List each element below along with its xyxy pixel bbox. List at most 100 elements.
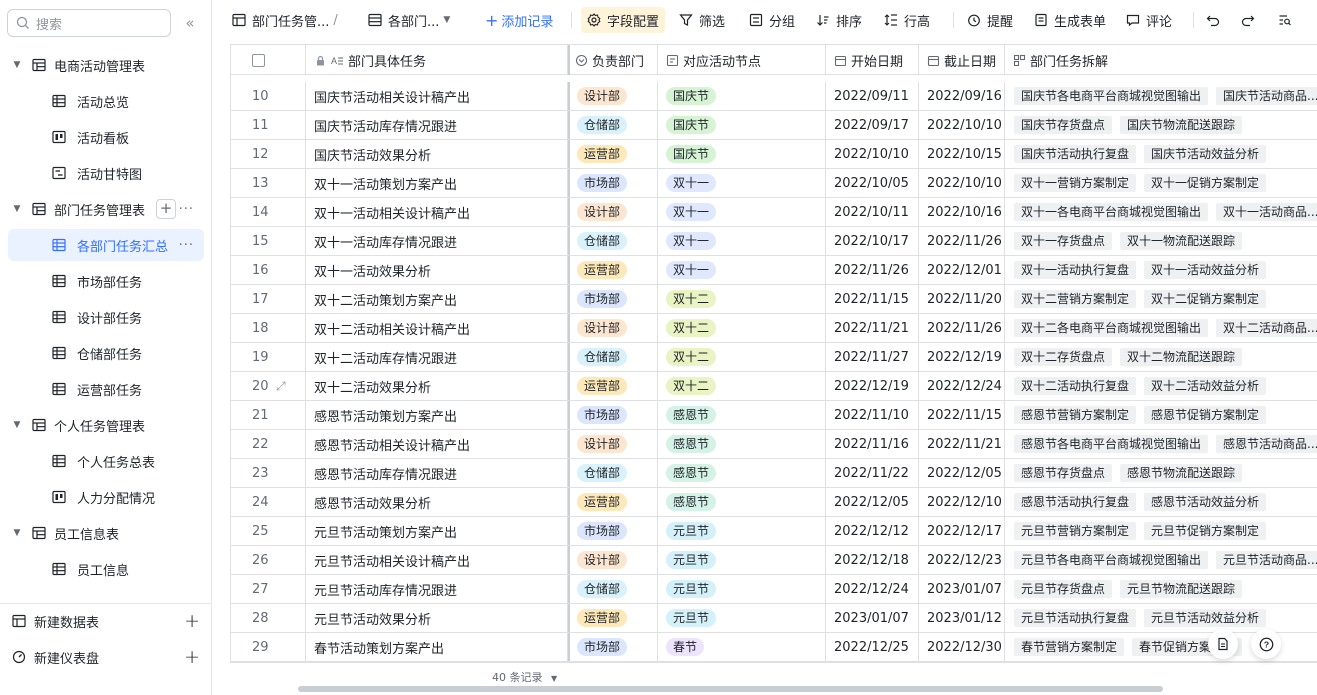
- table-row[interactable]: 28 元旦节活动效果分析 运营部 元旦节 2023/01/07 2023/01/12 元旦节…: [231, 604, 1317, 633]
- sidebar-item[interactable]: ▼ 员工信息表: [8, 517, 204, 549]
- end-date-cell[interactable]: 2022/12/10: [919, 488, 1005, 516]
- sidebar-item[interactable]: 员工信息: [8, 553, 204, 585]
- sidebar-item[interactable]: 活动甘特图: [8, 157, 204, 189]
- task-cell[interactable]: 双十一活动效果分析: [306, 256, 568, 284]
- end-date-cell[interactable]: 2022/10/15: [919, 140, 1005, 168]
- node-cell[interactable]: 元旦节: [658, 517, 826, 545]
- subtasks-cell[interactable]: 双十一营销方案制定 双十一促销方案制定: [1005, 169, 1317, 197]
- node-cell[interactable]: 双十二: [658, 314, 826, 342]
- more-icon[interactable]: ···: [179, 202, 194, 217]
- end-date-cell[interactable]: 2022/11/15: [919, 401, 1005, 429]
- task-cell[interactable]: 双十二活动库存情况跟进: [306, 343, 568, 371]
- table-row[interactable]: 10 国庆节活动相关设计稿产出 设计部 国庆节 2022/09/11 2022/09/16…: [231, 82, 1317, 111]
- chevron-down-icon[interactable]: ▼: [11, 528, 23, 538]
- subtasks-cell[interactable]: 双十一活动执行复盘 双十一活动效益分析: [1005, 256, 1317, 284]
- end-date-cell[interactable]: 2022/11/26: [919, 227, 1005, 255]
- table-row[interactable]: 11 国庆节活动库存情况跟进 仓储部 国庆节 2022/09/17 2022/10/10 国…: [231, 111, 1317, 140]
- task-cell[interactable]: 元旦节活动策划方案产出: [306, 517, 568, 545]
- horizontal-scrollbar[interactable]: [298, 686, 1163, 692]
- end-date-cell[interactable]: 2023/01/07: [919, 575, 1005, 603]
- end-date-cell[interactable]: 2023/01/12: [919, 604, 1005, 632]
- node-cell[interactable]: 双十二: [658, 372, 826, 400]
- subtasks-cell[interactable]: 双十二营销方案制定 双十二促销方案制定: [1005, 285, 1317, 313]
- table-row[interactable]: 26 元旦节活动相关设计稿产出 设计部 元旦节 2022/12/18 2022/12/23…: [231, 546, 1317, 575]
- start-date-cell[interactable]: 2022/12/12: [826, 517, 919, 545]
- node-cell[interactable]: 双十二: [658, 343, 826, 371]
- sidebar-item[interactable]: 个人任务总表: [8, 445, 204, 477]
- row-height-button[interactable]: 行高: [884, 7, 930, 33]
- table-row[interactable]: 27 元旦节活动库存情况跟进 仓储部 元旦节 2022/12/24 2023/01/07 元…: [231, 575, 1317, 604]
- chevron-down-icon[interactable]: ▼: [11, 420, 23, 430]
- sidebar-item[interactable]: ▼ 电商活动管理表: [8, 49, 204, 81]
- table-row[interactable]: 29 春节活动策划方案产出 市场部 春节 2022/12/25 2022/12/30 春节营…: [231, 633, 1317, 662]
- more-icon[interactable]: ···: [179, 238, 194, 253]
- end-date-cell[interactable]: 2022/11/20: [919, 285, 1005, 313]
- dept-cell[interactable]: 市场部: [568, 633, 658, 661]
- table-row[interactable]: 18 双十二活动相关设计稿产出 设计部 双十二 2022/11/21 2022/11/26…: [231, 314, 1317, 343]
- end-date-cell[interactable]: 2022/12/19: [919, 343, 1005, 371]
- column-header-start[interactable]: 开始日期: [826, 45, 919, 75]
- subtasks-cell[interactable]: 感恩节存货盘点 感恩节物流配送跟踪: [1005, 459, 1317, 487]
- column-header-subtasks[interactable]: 部门任务拆解: [1005, 45, 1317, 75]
- end-date-cell[interactable]: 2022/10/10: [919, 111, 1005, 139]
- end-date-cell[interactable]: 2022/12/30: [919, 633, 1005, 661]
- task-cell[interactable]: 国庆节活动相关设计稿产出: [306, 82, 568, 110]
- subtasks-cell[interactable]: 元旦节存货盘点 元旦节物流配送跟踪: [1005, 575, 1317, 603]
- node-cell[interactable]: 感恩节: [658, 430, 826, 458]
- start-date-cell[interactable]: 2022/10/11: [826, 198, 919, 226]
- end-date-cell[interactable]: 2022/10/16: [919, 198, 1005, 226]
- dept-cell[interactable]: 运营部: [568, 488, 658, 516]
- node-cell[interactable]: 感恩节: [658, 488, 826, 516]
- task-cell[interactable]: 双十一活动策划方案产出: [306, 169, 568, 197]
- task-cell[interactable]: 春节活动策划方案产出: [306, 633, 568, 661]
- select-all-checkbox[interactable]: [231, 45, 306, 75]
- node-cell[interactable]: 国庆节: [658, 111, 826, 139]
- subtasks-cell[interactable]: 感恩节各电商平台商城视觉图输出 感恩节活动商品...: [1005, 430, 1317, 458]
- sidebar-item[interactable]: 设计部任务: [8, 301, 204, 333]
- task-cell[interactable]: 元旦节活动库存情况跟进: [306, 575, 568, 603]
- table-row[interactable]: 25 元旦节活动策划方案产出 市场部 元旦节 2022/12/12 2022/12/17 元…: [231, 517, 1317, 546]
- dept-cell[interactable]: 设计部: [568, 314, 658, 342]
- start-date-cell[interactable]: 2022/10/10: [826, 140, 919, 168]
- start-date-cell[interactable]: 2022/10/05: [826, 169, 919, 197]
- chevron-down-icon[interactable]: ▼: [11, 60, 23, 70]
- sidebar-item[interactable]: 人力分配情况: [8, 481, 204, 513]
- search-input[interactable]: 搜索: [7, 9, 171, 37]
- new-dashboard-button[interactable]: 新建仪表盘 +: [8, 641, 204, 673]
- end-date-cell[interactable]: 2022/12/23: [919, 546, 1005, 574]
- task-cell[interactable]: 双十二活动效果分析: [306, 372, 568, 400]
- end-date-cell[interactable]: 2022/12/05: [919, 459, 1005, 487]
- add-view-button[interactable]: +: [156, 199, 176, 219]
- subtasks-cell[interactable]: 元旦节活动执行复盘 元旦节活动效益分析: [1005, 604, 1317, 632]
- record-count[interactable]: 40 条记录 ▼: [492, 669, 557, 685]
- node-cell[interactable]: 双十二: [658, 285, 826, 313]
- end-date-cell[interactable]: 2022/12/24: [919, 372, 1005, 400]
- task-cell[interactable]: 双十一活动库存情况跟进: [306, 227, 568, 255]
- dept-cell[interactable]: 运营部: [568, 604, 658, 632]
- table-row[interactable]: 24 感恩节活动效果分析 运营部 感恩节 2022/12/05 2022/12/10 感恩节…: [231, 488, 1317, 517]
- node-cell[interactable]: 双十一: [658, 256, 826, 284]
- subtasks-cell[interactable]: 国庆节各电商平台商城视觉图输出 国庆节活动商品...: [1005, 82, 1317, 110]
- chevron-down-icon[interactable]: ▼: [11, 204, 23, 214]
- node-cell[interactable]: 感恩节: [658, 401, 826, 429]
- sidebar-item[interactable]: 市场部任务: [8, 265, 204, 297]
- subtasks-cell[interactable]: 元旦节各电商平台商城视觉图输出 元旦节活动商品...: [1005, 546, 1317, 574]
- node-cell[interactable]: 春节: [658, 633, 826, 661]
- node-cell[interactable]: 元旦节: [658, 575, 826, 603]
- node-cell[interactable]: 国庆节: [658, 82, 826, 110]
- start-date-cell[interactable]: 2023/01/07: [826, 604, 919, 632]
- column-header-end[interactable]: 截止日期: [919, 45, 1005, 75]
- dept-cell[interactable]: 仓储部: [568, 459, 658, 487]
- table-row[interactable]: 14 双十一活动相关设计稿产出 设计部 双十一 2022/10/11 2022/10/16…: [231, 198, 1317, 227]
- end-date-cell[interactable]: 2022/10/10: [919, 169, 1005, 197]
- start-date-cell[interactable]: 2022/12/05: [826, 488, 919, 516]
- sidebar-item[interactable]: 运营部任务: [8, 373, 204, 405]
- start-date-cell[interactable]: 2022/11/26: [826, 256, 919, 284]
- task-cell[interactable]: 感恩节活动效果分析: [306, 488, 568, 516]
- table-row[interactable]: 21 感恩节活动策划方案产出 市场部 感恩节 2022/11/10 2022/11/15 感…: [231, 401, 1317, 430]
- dept-cell[interactable]: 设计部: [568, 198, 658, 226]
- table-row[interactable]: 17 双十二活动策划方案产出 市场部 双十二 2022/11/15 2022/11/20 双…: [231, 285, 1317, 314]
- dept-cell[interactable]: 市场部: [568, 169, 658, 197]
- dept-cell[interactable]: 市场部: [568, 285, 658, 313]
- task-cell[interactable]: 双十二活动策划方案产出: [306, 285, 568, 313]
